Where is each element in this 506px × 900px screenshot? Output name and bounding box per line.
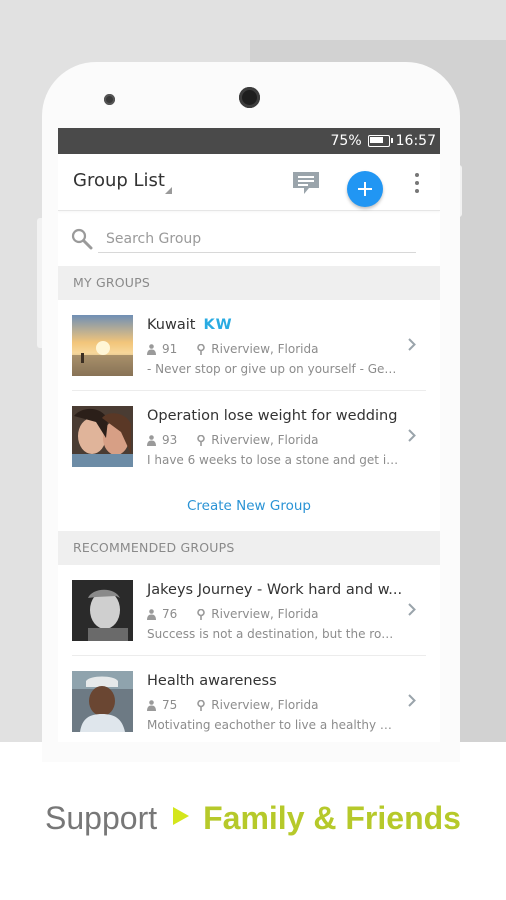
group-item[interactable]: Kuwait KW 91 Riverview, Florida - Never s…	[72, 300, 426, 391]
location-pin-icon	[197, 608, 206, 620]
tagline-family-friends: Family & Friends	[203, 800, 461, 836]
battery-percent: 75%	[330, 133, 362, 149]
play-arrow-icon	[173, 807, 190, 825]
person-icon	[147, 434, 156, 446]
proximity-sensor	[104, 94, 115, 105]
search-input[interactable]	[98, 225, 416, 253]
front-camera	[239, 87, 260, 108]
group-thumbnail	[72, 406, 133, 467]
tagline-support: Support	[45, 800, 158, 836]
group-description: Success is not a destination, but the ro…	[147, 627, 399, 641]
group-location: Riverview, Florida	[211, 433, 319, 447]
member-count: 93	[162, 433, 178, 447]
group-item[interactable]: Jakeys Journey - Work hard and w... 76 R…	[72, 565, 426, 656]
phone-screen: 75% 16:57 Group List MY GROUPS	[58, 128, 440, 742]
group-item[interactable]: Health awareness 75 Riverview, Florida M…	[72, 656, 426, 742]
chevron-right-icon	[408, 338, 416, 351]
group-meta: 91 Riverview, Florida	[147, 342, 318, 356]
group-thumbnail	[72, 315, 133, 376]
clock: 16:57	[395, 133, 436, 149]
chat-icon	[293, 172, 319, 194]
section-header-my-groups: MY GROUPS	[58, 266, 440, 300]
group-item[interactable]: Operation lose weight for wedding 93 Riv…	[72, 391, 426, 481]
more-vert-icon[interactable]	[410, 171, 424, 195]
app-bar: Group List	[58, 154, 440, 211]
person-icon	[147, 608, 156, 620]
member-count: 91	[162, 342, 178, 356]
person-icon	[147, 343, 156, 355]
search-icon	[71, 228, 93, 250]
group-name: Kuwait KW	[147, 317, 233, 333]
group-name: Health awareness	[147, 673, 277, 689]
battery-icon	[367, 135, 393, 147]
chevron-right-icon	[408, 603, 416, 616]
group-tag: KW	[203, 317, 233, 333]
member-count: 75	[162, 698, 178, 712]
group-location: Riverview, Florida	[211, 607, 319, 621]
group-location: Riverview, Florida	[211, 342, 319, 356]
chevron-right-icon	[408, 694, 416, 707]
add-group-button[interactable]	[347, 171, 383, 207]
create-new-group-link[interactable]: Create New Group	[58, 481, 440, 531]
group-thumbnail	[72, 671, 133, 732]
group-name: Jakeys Journey - Work hard and w...	[147, 582, 403, 598]
group-description: I have 6 weeks to lose a stone and get i…	[147, 453, 399, 467]
member-count: 76	[162, 607, 178, 621]
group-description: - Never stop or give up on yourself - Ge…	[147, 362, 399, 376]
status-bar: 75% 16:57	[58, 128, 440, 154]
location-pin-icon	[197, 343, 206, 355]
group-thumbnail	[72, 580, 133, 641]
dropdown-indicator-icon[interactable]	[165, 187, 172, 194]
person-icon	[147, 699, 156, 711]
group-location: Riverview, Florida	[211, 698, 319, 712]
tagline: Support Family & Friends	[0, 800, 506, 837]
group-meta: 93 Riverview, Florida	[147, 433, 318, 447]
section-header-recommended-groups: RECOMMENDED GROUPS	[58, 531, 440, 565]
location-pin-icon	[197, 434, 206, 446]
chevron-right-icon	[408, 429, 416, 442]
page-title[interactable]: Group List	[73, 170, 165, 191]
search-bar	[58, 211, 440, 266]
location-pin-icon	[197, 699, 206, 711]
chat-button[interactable]	[292, 170, 320, 196]
group-name: Operation lose weight for wedding	[147, 408, 398, 424]
group-meta: 75 Riverview, Florida	[147, 698, 318, 712]
group-meta: 76 Riverview, Florida	[147, 607, 318, 621]
group-description: Motivating eachother to live a healthy a…	[147, 718, 399, 732]
